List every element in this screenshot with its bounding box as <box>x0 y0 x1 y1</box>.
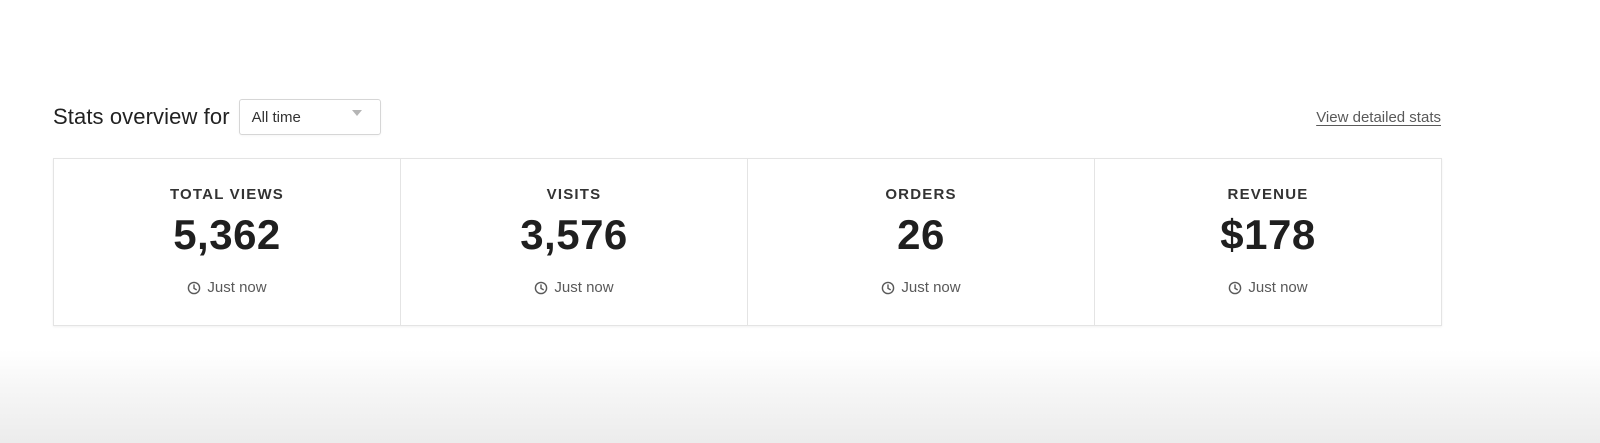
stat-card-revenue: REVENUE $178 Just now <box>1095 159 1441 325</box>
stat-value: 26 <box>897 211 945 258</box>
period-select[interactable]: All time <box>238 99 381 135</box>
stat-card-visits: VISITS 3,576 Just now <box>401 159 748 325</box>
stat-label: ORDERS <box>885 186 957 203</box>
clock-icon <box>187 281 201 295</box>
stat-updated-text: Just now <box>901 279 961 296</box>
stat-value: 3,576 <box>520 211 628 258</box>
stat-updated: Just now <box>748 279 1094 296</box>
stat-label: VISITS <box>546 186 602 203</box>
stat-updated-text: Just now <box>554 279 614 296</box>
clock-icon <box>881 281 895 295</box>
stat-updated: Just now <box>1095 279 1441 296</box>
clock-icon <box>1228 281 1242 295</box>
stat-label: REVENUE <box>1227 186 1309 203</box>
stat-updated: Just now <box>401 279 747 296</box>
stat-card-total-views: TOTAL VIEWS 5,362 Just now <box>54 159 401 325</box>
clock-icon <box>534 281 548 295</box>
chevron-down-icon <box>351 110 362 116</box>
stat-updated: Just now <box>54 279 400 296</box>
stats-title: Stats overview for <box>53 104 230 129</box>
stat-updated-text: Just now <box>1248 279 1308 296</box>
stats-header: Stats overview for All time View detaile… <box>53 98 1442 136</box>
period-select-value: All time <box>251 108 301 126</box>
stat-value: $178 <box>1220 211 1316 258</box>
stat-label: TOTAL VIEWS <box>169 186 285 203</box>
view-detailed-stats-link[interactable]: View detailed stats <box>1316 109 1441 126</box>
stat-value: 5,362 <box>173 211 281 258</box>
stat-updated-text: Just now <box>207 279 267 296</box>
stat-card-orders: ORDERS 26 Just now <box>748 159 1095 325</box>
stats-panel: TOTAL VIEWS 5,362 Just now VISITS 3,576 … <box>53 158 1442 326</box>
